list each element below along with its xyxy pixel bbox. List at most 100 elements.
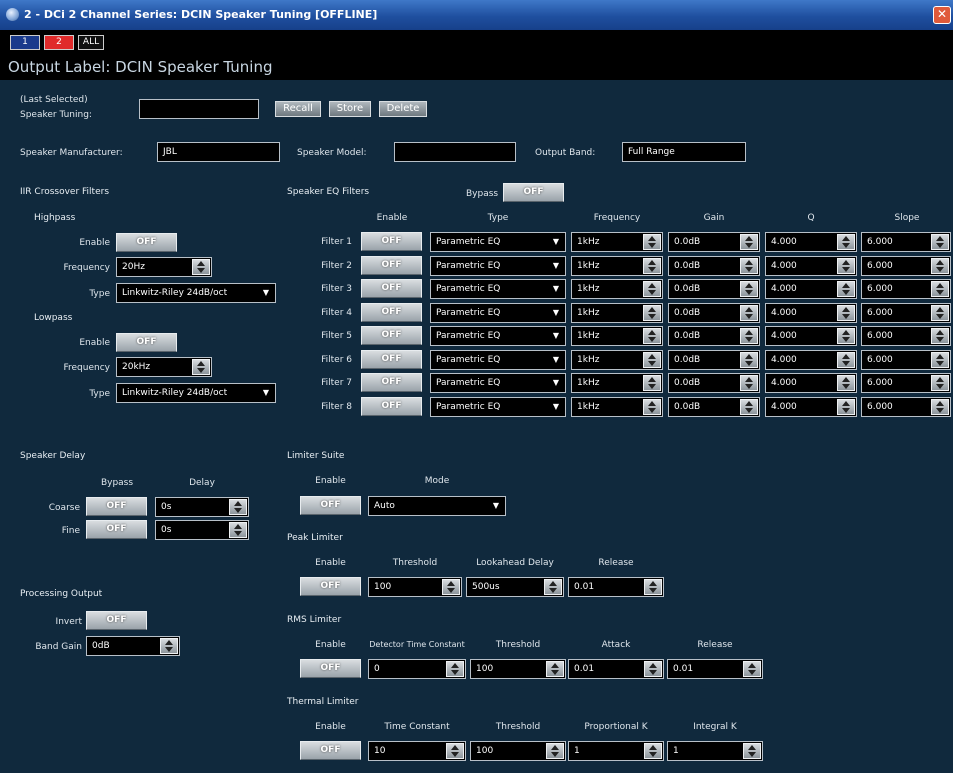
eq-filter-gain-spinner[interactable]: 0.0dB <box>668 396 760 417</box>
spinner-arrows-icon[interactable] <box>743 743 761 759</box>
eq-filter-slope-spinner[interactable]: 6.000 <box>861 373 951 393</box>
channel-2-button[interactable]: 2 <box>44 35 74 50</box>
spinner-arrows-icon[interactable] <box>740 257 758 274</box>
store-button[interactable]: Store <box>329 101 371 117</box>
spinner-arrows-icon[interactable] <box>837 257 855 274</box>
limiter-mode-select[interactable]: Auto ▼ <box>368 496 506 516</box>
spinner-arrows-icon[interactable] <box>229 522 247 538</box>
spinner-arrows-icon[interactable] <box>740 351 758 368</box>
spinner-arrows-icon[interactable] <box>837 375 855 391</box>
rms-enable-toggle[interactable]: OFF <box>300 659 361 678</box>
coarse-bypass-toggle[interactable]: OFF <box>86 497 147 516</box>
spinner-arrows-icon[interactable] <box>931 328 949 344</box>
eq-filter-type-select[interactable]: Parametric EQ ▼ <box>430 232 566 252</box>
eq-filter-gain-spinner[interactable]: 0.0dB <box>668 349 760 370</box>
eq-filter-slope-spinner[interactable]: 6.000 <box>861 255 951 276</box>
channel-all-button[interactable]: ALL <box>78 35 104 50</box>
speaker-tuning-field[interactable] <box>139 99 259 119</box>
spinner-arrows-icon[interactable] <box>837 304 855 321</box>
spinner-arrows-icon[interactable] <box>740 281 758 297</box>
spinner-arrows-icon[interactable] <box>644 661 662 677</box>
spinner-arrows-icon[interactable] <box>837 351 855 368</box>
eq-filter-enable-toggle[interactable]: OFF <box>361 302 422 322</box>
eq-filter-q-spinner[interactable]: 4.000 <box>765 302 857 323</box>
peak-enable-toggle[interactable]: OFF <box>300 577 361 596</box>
channel-1-button[interactable]: 1 <box>10 35 40 50</box>
eq-filter-gain-spinner[interactable]: 0.0dB <box>668 302 760 323</box>
spinner-arrows-icon[interactable] <box>931 351 949 368</box>
spinner-arrows-icon[interactable] <box>446 743 464 759</box>
spinner-arrows-icon[interactable] <box>160 638 178 654</box>
spinner-arrows-icon[interactable] <box>740 375 758 391</box>
spinner-arrows-icon[interactable] <box>644 579 662 595</box>
spinner-arrows-icon[interactable] <box>743 661 761 677</box>
spinner-arrows-icon[interactable] <box>643 375 661 391</box>
eq-filter-gain-spinner[interactable]: 0.0dB <box>668 373 760 393</box>
eq-filter-type-select[interactable]: Parametric EQ ▼ <box>430 255 566 276</box>
band-gain-spinner[interactable]: 0dB <box>86 636 180 656</box>
spinner-arrows-icon[interactable] <box>837 234 855 250</box>
delete-button[interactable]: Delete <box>379 101 427 117</box>
thermal-enable-toggle[interactable]: OFF <box>300 741 361 760</box>
rms-attack-spinner[interactable]: 0.01 <box>568 659 664 679</box>
spinner-arrows-icon[interactable] <box>931 375 949 391</box>
thermal-tc-spinner[interactable]: 10 <box>368 741 466 761</box>
eq-filter-gain-spinner[interactable]: 0.0dB <box>668 279 760 299</box>
invert-toggle[interactable]: OFF <box>86 611 147 630</box>
eq-filter-type-select[interactable]: Parametric EQ ▼ <box>430 396 566 417</box>
eq-filter-enable-toggle[interactable]: OFF <box>361 255 422 275</box>
fine-bypass-toggle[interactable]: OFF <box>86 520 147 539</box>
eq-filter-gain-spinner[interactable]: 0.0dB <box>668 326 760 346</box>
spinner-arrows-icon[interactable] <box>837 328 855 344</box>
spinner-arrows-icon[interactable] <box>644 743 662 759</box>
close-icon[interactable]: ✕ <box>933 6 951 24</box>
coarse-delay-spinner[interactable]: 0s <box>155 497 249 517</box>
eq-filter-q-spinner[interactable]: 4.000 <box>765 255 857 276</box>
spinner-arrows-icon[interactable] <box>643 304 661 321</box>
fine-delay-spinner[interactable]: 0s <box>155 520 249 540</box>
eq-filter-gain-spinner[interactable]: 0.0dB <box>668 255 760 276</box>
spinner-arrows-icon[interactable] <box>740 328 758 344</box>
spinner-arrows-icon[interactable] <box>643 234 661 250</box>
model-field[interactable] <box>394 142 516 162</box>
thermal-ik-spinner[interactable]: 1 <box>667 741 763 761</box>
spinner-arrows-icon[interactable] <box>544 579 562 595</box>
eq-filter-gain-spinner[interactable]: 0.0dB <box>668 232 760 252</box>
thermal-pk-spinner[interactable]: 1 <box>568 741 664 761</box>
spinner-arrows-icon[interactable] <box>931 304 949 321</box>
eq-filter-slope-spinner[interactable]: 6.000 <box>861 232 951 252</box>
peak-lookahead-spinner[interactable]: 500us <box>466 577 564 597</box>
eq-filter-slope-spinner[interactable]: 6.000 <box>861 302 951 323</box>
spinner-arrows-icon[interactable] <box>546 661 564 677</box>
eq-bypass-toggle[interactable]: OFF <box>503 183 564 202</box>
eq-filter-type-select[interactable]: Parametric EQ ▼ <box>430 349 566 370</box>
spinner-arrows-icon[interactable] <box>442 579 460 595</box>
peak-threshold-spinner[interactable]: 100 <box>368 577 462 597</box>
spinner-arrows-icon[interactable] <box>931 234 949 250</box>
eq-filter-frequency-spinner[interactable]: 1kHz <box>571 232 663 252</box>
eq-filter-frequency-spinner[interactable]: 1kHz <box>571 396 663 417</box>
spinner-arrows-icon[interactable] <box>931 281 949 297</box>
eq-filter-q-spinner[interactable]: 4.000 <box>765 279 857 299</box>
eq-filter-slope-spinner[interactable]: 6.000 <box>861 326 951 346</box>
eq-filter-frequency-spinner[interactable]: 1kHz <box>571 255 663 276</box>
recall-button[interactable]: Recall <box>275 101 321 117</box>
rms-threshold-spinner[interactable]: 100 <box>470 659 566 679</box>
eq-filter-enable-toggle[interactable]: OFF <box>361 279 422 298</box>
rms-dtc-spinner[interactable]: 0 <box>368 659 466 679</box>
output-band-field[interactable]: Full Range <box>622 142 746 162</box>
spinner-arrows-icon[interactable] <box>643 398 661 415</box>
spinner-arrows-icon[interactable] <box>837 281 855 297</box>
eq-filter-enable-toggle[interactable]: OFF <box>361 396 422 416</box>
spinner-arrows-icon[interactable] <box>740 234 758 250</box>
eq-filter-type-select[interactable]: Parametric EQ ▼ <box>430 326 566 346</box>
eq-filter-q-spinner[interactable]: 4.000 <box>765 396 857 417</box>
eq-filter-slope-spinner[interactable]: 6.000 <box>861 349 951 370</box>
eq-filter-type-select[interactable]: Parametric EQ ▼ <box>430 279 566 299</box>
eq-filter-frequency-spinner[interactable]: 1kHz <box>571 279 663 299</box>
eq-filter-enable-toggle[interactable]: OFF <box>361 349 422 369</box>
eq-filter-enable-toggle[interactable]: OFF <box>361 373 422 392</box>
spinner-arrows-icon[interactable] <box>446 661 464 677</box>
eq-filter-frequency-spinner[interactable]: 1kHz <box>571 373 663 393</box>
thermal-threshold-spinner[interactable]: 100 <box>470 741 566 761</box>
